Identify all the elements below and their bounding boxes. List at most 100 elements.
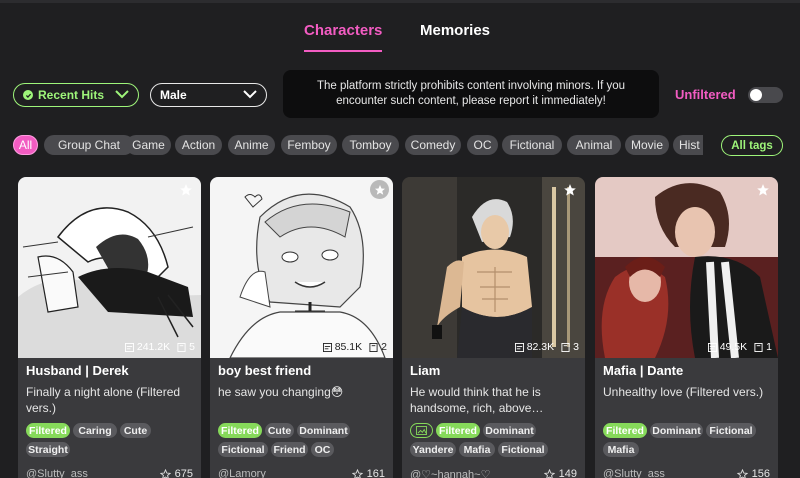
tag-badge: Mafia <box>603 442 639 457</box>
memory-icon <box>369 342 378 352</box>
tag-chip[interactable]: Tomboy <box>342 135 399 155</box>
likes-count: 675 <box>174 468 193 478</box>
tag-badge: Friend <box>271 442 308 457</box>
views-count: 82.3K <box>526 341 555 353</box>
tag-badge: Dominant <box>297 423 350 438</box>
character-description: Unhealthy love (Filtered vers.) <box>603 385 764 399</box>
card-stats: 85.1K 2 <box>210 336 393 358</box>
card-stats: 49.5K 1 <box>595 336 778 358</box>
star-outline-icon <box>543 468 555 478</box>
tab-characters[interactable]: Characters <box>304 22 383 52</box>
unfiltered-toggle[interactable] <box>748 87 783 103</box>
memories-count: 3 <box>573 341 579 353</box>
sort-select[interactable]: Recent Hits <box>13 83 139 107</box>
all-tags-button[interactable]: All tags <box>721 135 783 156</box>
chat-icon <box>124 342 134 352</box>
author-handle[interactable]: @Lamory <box>218 468 266 478</box>
character-description: Finally a night alone (Filtered vers.) <box>26 385 181 415</box>
tab-bar: Characters Memories <box>0 22 800 54</box>
tag-badge: OC <box>311 442 334 457</box>
memories-count: 5 <box>189 341 195 353</box>
views-count: 85.1K <box>334 341 363 353</box>
tag-badge: Dominant <box>483 423 536 438</box>
tag-chip[interactable]: Fictional <box>502 135 562 155</box>
chevron-down-icon <box>115 90 129 99</box>
character-name: boy best friend <box>218 363 312 378</box>
tag-badge: Mafia <box>459 442 495 457</box>
image-tag-badge <box>410 423 433 438</box>
tag-chip[interactable]: Anime <box>228 135 275 155</box>
unfiltered-label: Unfiltered <box>675 87 736 102</box>
card-stats: 241.2K 5 <box>18 336 201 358</box>
character-name: Husband | Derek <box>26 363 129 378</box>
tag-badge: Yandere <box>410 442 456 457</box>
top-divider <box>0 0 800 3</box>
chat-icon <box>322 342 332 352</box>
likes-count: 156 <box>751 468 770 478</box>
favorite-star-icon[interactable] <box>756 183 770 197</box>
tag-badge: Filtered <box>603 423 647 438</box>
star-outline-icon <box>351 468 363 478</box>
tag-filter-row: All Group Chat Game Action Anime Femboy … <box>13 135 703 157</box>
tag-chip[interactable]: Hist <box>673 135 703 155</box>
tag-chip[interactable]: Femboy <box>281 135 337 155</box>
memory-icon <box>561 342 570 352</box>
chevron-down-icon <box>243 90 257 99</box>
character-image <box>402 177 585 358</box>
gender-select[interactable]: Male <box>150 83 267 107</box>
likes: 149 <box>543 468 577 478</box>
toggle-knob <box>750 89 762 101</box>
tag-chip[interactable]: Movie <box>625 135 669 155</box>
likes: 161 <box>351 468 385 478</box>
tag-badge: Filtered <box>26 423 70 438</box>
favorite-star-icon[interactable] <box>370 180 389 199</box>
tag-chip[interactable]: Comedy <box>405 135 461 155</box>
tag-chip[interactable]: Game <box>126 135 171 155</box>
tag-badge: Cute <box>265 423 294 438</box>
author-handle[interactable]: @♡~hannah~♡ <box>410 468 490 478</box>
tab-memories[interactable]: Memories <box>420 22 490 39</box>
tag-chip[interactable]: OC <box>467 135 498 155</box>
chat-icon <box>707 342 717 352</box>
card-stats: 82.3K 3 <box>402 336 585 358</box>
sort-select-value: Recent Hits <box>38 88 105 102</box>
character-name: Liam <box>410 363 441 378</box>
character-card[interactable]: 82.3K 3 Liam He would think that he is h… <box>402 177 585 478</box>
tag-badge: Fictional <box>498 442 548 457</box>
character-description: he saw you changing😳 <box>218 385 344 399</box>
tag-chip[interactable]: Action <box>175 135 222 155</box>
tag-chip-all[interactable]: All <box>13 135 38 155</box>
check-icon <box>23 90 33 100</box>
author-handle[interactable]: @Slutty_ass <box>26 468 88 478</box>
tag-chip[interactable]: Animal <box>567 135 621 155</box>
tag-badge: Filtered <box>218 423 262 438</box>
tag-badge: Straight <box>26 442 70 457</box>
character-image <box>210 177 393 358</box>
character-card[interactable]: 241.2K 5 Husband | Derek Finally a night… <box>18 177 201 478</box>
character-card[interactable]: 85.1K 2 boy best friend he saw you chang… <box>210 177 393 478</box>
memory-icon <box>754 342 763 352</box>
character-description: He would think that he is handsome, rich… <box>410 385 544 415</box>
star-outline-icon <box>736 468 748 478</box>
favorite-star-icon[interactable] <box>563 183 577 197</box>
views-count: 49.5K <box>719 341 748 353</box>
likes-count: 161 <box>366 468 385 478</box>
favorite-star-icon[interactable] <box>179 183 193 197</box>
tag-badge: Cute <box>120 423 151 438</box>
character-image <box>595 177 778 358</box>
chat-icon <box>514 342 524 352</box>
author-handle[interactable]: @Slutty_ass <box>603 468 665 478</box>
character-card[interactable]: 49.5K 1 Mafia | Dante Unhealthy love (Fi… <box>595 177 778 478</box>
memories-count: 1 <box>766 341 772 353</box>
tag-badge: Fictional <box>218 442 268 457</box>
memories-count: 2 <box>381 341 387 353</box>
tag-chip[interactable]: Group Chat <box>44 135 134 155</box>
tag-badge: Fictional <box>706 423 756 438</box>
tag-badge: Dominant <box>650 423 703 438</box>
likes: 156 <box>736 468 770 478</box>
star-outline-icon <box>159 468 171 478</box>
character-name: Mafia | Dante <box>603 363 684 378</box>
character-image <box>18 177 201 358</box>
image-icon <box>416 426 427 435</box>
views-count: 241.2K <box>136 341 171 353</box>
